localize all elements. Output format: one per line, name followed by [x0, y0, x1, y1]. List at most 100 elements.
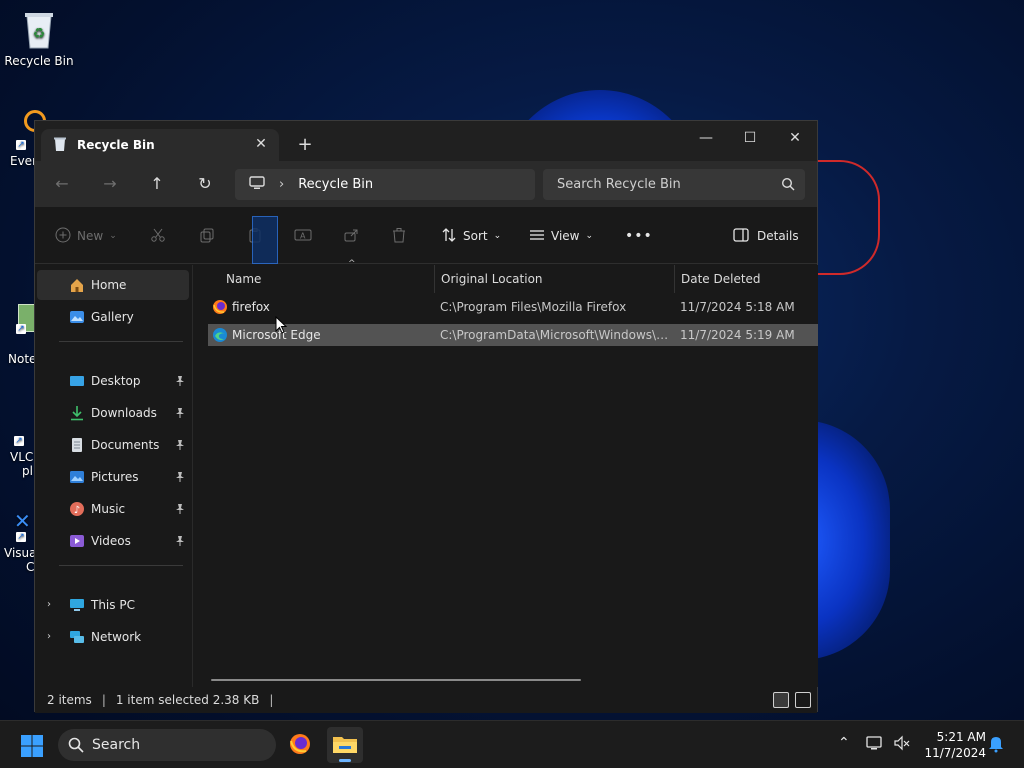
- column-header-name[interactable]: ^ Name: [220, 259, 435, 293]
- new-tab-button[interactable]: +: [295, 135, 315, 155]
- address-location: Recycle Bin: [298, 177, 374, 192]
- column-header-label: Original Location: [441, 272, 543, 286]
- file-list: ^ Name Original Location Date Deleted fi…: [194, 259, 818, 687]
- share-icon: [343, 227, 359, 246]
- column-header-date-deleted[interactable]: Date Deleted: [675, 265, 818, 293]
- desktop-icon-visual-studio[interactable]: ✕ ↗ Visua C: [4, 510, 37, 574]
- volume-muted-icon[interactable]: [893, 735, 911, 755]
- show-hidden-icons-chevron-up-icon[interactable]: ⌃: [838, 735, 850, 751]
- sidebar-item-desktop[interactable]: Desktop: [37, 366, 189, 396]
- pin-icon[interactable]: [175, 375, 185, 387]
- taskbar-file-explorer[interactable]: [327, 727, 363, 763]
- pin-icon[interactable]: [175, 471, 185, 483]
- cut-button[interactable]: [150, 226, 166, 246]
- copy-button[interactable]: [199, 226, 215, 246]
- start-button[interactable]: [20, 734, 44, 758]
- download-arrow-icon: [69, 405, 85, 421]
- back-button[interactable]: ←: [51, 173, 73, 195]
- chevron-down-icon: ⌄: [109, 231, 117, 241]
- sidebar-item-label: Network: [91, 630, 142, 644]
- sidebar-item-label: Videos: [91, 534, 131, 548]
- navigation-pane: Home Gallery Desktop Downloads Documents…: [35, 265, 193, 687]
- tiles-view-toggle-icon[interactable]: [795, 692, 811, 708]
- sidebar-item-gallery[interactable]: Gallery: [37, 302, 189, 332]
- up-button[interactable]: ↑: [146, 173, 168, 195]
- sidebar-item-music[interactable]: ♪ Music: [37, 494, 189, 524]
- more-options-button[interactable]: •••: [625, 226, 653, 246]
- delete-button[interactable]: [391, 226, 407, 246]
- monitor-icon: [69, 597, 85, 613]
- shortcut-arrow-icon: ↗: [16, 140, 26, 150]
- row-name: Microsoft Edge: [232, 328, 321, 342]
- sidebar-item-label: Gallery: [91, 310, 134, 324]
- sidebar-item-label: Pictures: [91, 470, 139, 484]
- chevron-down-icon: ⌄: [585, 231, 594, 241]
- taskbar-firefox[interactable]: [282, 727, 318, 763]
- sort-arrows-icon: [441, 227, 457, 246]
- chevron-right-icon: ›: [279, 177, 285, 192]
- pin-icon[interactable]: [175, 439, 185, 451]
- desktop-icon-vlc[interactable]: ↗ VLC pl: [10, 432, 33, 478]
- horizontal-scrollbar[interactable]: [211, 679, 581, 681]
- minimize-button[interactable]: —: [691, 127, 721, 149]
- search-input[interactable]: Search Recycle Bin: [543, 169, 805, 200]
- status-bar: 2 items | 1 item selected 2.38 KB |: [35, 687, 817, 713]
- drag-selection-ghost: [252, 216, 278, 264]
- chevron-right-icon[interactable]: ›: [47, 599, 51, 610]
- details-pane-button[interactable]: Details: [733, 226, 799, 246]
- sidebar-item-videos[interactable]: Videos: [37, 526, 189, 556]
- clock-time: 5:21 AM: [936, 730, 986, 744]
- chevron-down-icon: ⌄: [493, 231, 502, 241]
- table-row[interactable]: Microsoft Edge C:\ProgramData\Microsoft\…: [208, 324, 818, 346]
- scissors-icon: [150, 227, 166, 246]
- svg-text:♻: ♻: [33, 26, 46, 42]
- details-view-toggle-icon[interactable]: [773, 692, 789, 708]
- firefox-icon: [288, 732, 312, 759]
- selection-info: 1 item selected 2.38 KB: [115, 693, 260, 707]
- sidebar-item-pictures[interactable]: Pictures: [37, 462, 189, 492]
- sort-button[interactable]: Sort ⌄: [441, 226, 501, 246]
- recycle-bin-icon: ♻: [19, 8, 59, 50]
- address-bar[interactable]: › Recycle Bin: [235, 169, 535, 200]
- document-icon: [69, 437, 85, 453]
- taskbar-search[interactable]: Search: [58, 729, 276, 761]
- forward-button[interactable]: →: [99, 173, 121, 195]
- pin-icon[interactable]: [175, 535, 185, 547]
- row-date: 11/7/2024 5:18 AM: [680, 300, 795, 314]
- table-row[interactable]: firefox C:\Program Files\Mozilla Firefox…: [208, 296, 818, 318]
- close-tab-icon[interactable]: ✕: [253, 136, 269, 152]
- sidebar-item-downloads[interactable]: Downloads: [37, 398, 189, 428]
- desktop-icon-recycle-bin[interactable]: ♻ Recycle Bin: [3, 8, 75, 68]
- row-date: 11/7/2024 5:19 AM: [680, 328, 795, 342]
- rename-button[interactable]: A: [294, 226, 312, 246]
- sidebar-item-label: Desktop: [91, 374, 141, 388]
- desktop-icon-label-line2: pl: [22, 464, 33, 478]
- notification-bell-icon[interactable]: [988, 735, 1004, 757]
- list-view-icon: [529, 227, 545, 246]
- refresh-button[interactable]: ↻: [194, 173, 216, 195]
- shortcut-arrow-icon: ↗: [16, 532, 26, 542]
- sidebar-item-this-pc[interactable]: › This PC: [37, 590, 189, 620]
- maximize-button[interactable]: ☐: [735, 127, 765, 149]
- pin-icon[interactable]: [175, 503, 185, 515]
- tab-recycle-bin[interactable]: Recycle Bin ✕: [41, 129, 279, 161]
- details-pane-icon: [733, 227, 749, 245]
- sidebar-item-home[interactable]: Home: [37, 270, 189, 300]
- close-button[interactable]: ✕: [780, 127, 810, 149]
- share-button[interactable]: [343, 226, 359, 246]
- sidebar-item-network[interactable]: › Network: [37, 622, 189, 652]
- row-location: C:\Program Files\Mozilla Firefox: [440, 300, 627, 314]
- sidebar-item-label: Home: [91, 278, 127, 292]
- row-location: C:\ProgramData\Microsoft\Windows\Sta...: [440, 328, 672, 342]
- view-button[interactable]: View ⌄: [529, 226, 593, 246]
- new-button[interactable]: New ⌄: [55, 226, 117, 246]
- view-label: View: [551, 229, 580, 243]
- taskbar-clock[interactable]: 5:21 AM 11/7/2024: [916, 729, 986, 761]
- pin-icon[interactable]: [175, 407, 185, 419]
- sidebar-item-documents[interactable]: Documents: [37, 430, 189, 460]
- column-header-original-location[interactable]: Original Location: [435, 265, 675, 293]
- computer-icon: [249, 175, 265, 194]
- visual-studio-icon: ✕: [14, 509, 31, 533]
- chevron-right-icon[interactable]: ›: [47, 631, 51, 642]
- network-status-icon[interactable]: [866, 735, 884, 755]
